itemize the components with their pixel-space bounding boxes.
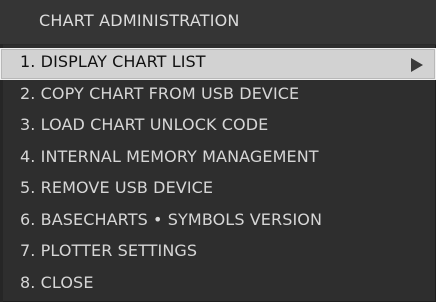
menu-item-internal-memory-management[interactable]: 4. INTERNAL MEMORY MANAGEMENT: [0, 143, 436, 175]
menu-item-label: 2. COPY CHART FROM USB DEVICE: [20, 83, 300, 103]
play-arrow-icon: [411, 58, 423, 72]
menu-item-display-chart-list[interactable]: 1. DISPLAY CHART LIST: [0, 48, 436, 80]
menu-item-label: 8. CLOSE: [20, 272, 94, 292]
menu-item-label: 6. BASECHARTS • SYMBOLS VERSION: [20, 209, 323, 229]
menu-item-basecharts-symbols-version[interactable]: 6. BASECHARTS • SYMBOLS VERSION: [0, 206, 436, 238]
chart-administration-menu: CHART ADMINISTRATION 1. DISPLAY CHART LI…: [0, 0, 436, 302]
menu-item-label: 5. REMOVE USB DEVICE: [20, 178, 214, 197]
menu-item-load-chart-unlock-code[interactable]: 3. LOAD CHART UNLOCK CODE: [0, 111, 436, 143]
menu-item-copy-chart-from-usb[interactable]: 2. COPY CHART FROM USB DEVICE: [0, 80, 436, 112]
menu-item-label: 1. DISPLAY CHART LIST: [20, 52, 206, 71]
menu-title-bar: CHART ADMINISTRATION: [0, 0, 436, 45]
menu-title: CHART ADMINISTRATION: [39, 11, 240, 30]
menu-item-close[interactable]: 8. CLOSE: [0, 269, 436, 301]
menu-item-label: 7. PLOTTER SETTINGS: [20, 241, 198, 260]
menu-item-plotter-settings[interactable]: 7. PLOTTER SETTINGS: [0, 237, 436, 269]
menu-item-label: 4. INTERNAL MEMORY MANAGEMENT: [20, 146, 319, 166]
menu-item-remove-usb-device[interactable]: 5. REMOVE USB DEVICE: [0, 174, 436, 206]
menu-item-label: 3. LOAD CHART UNLOCK CODE: [20, 115, 269, 134]
menu-item-list: 1. DISPLAY CHART LIST 2. COPY CHART FROM…: [0, 48, 436, 302]
